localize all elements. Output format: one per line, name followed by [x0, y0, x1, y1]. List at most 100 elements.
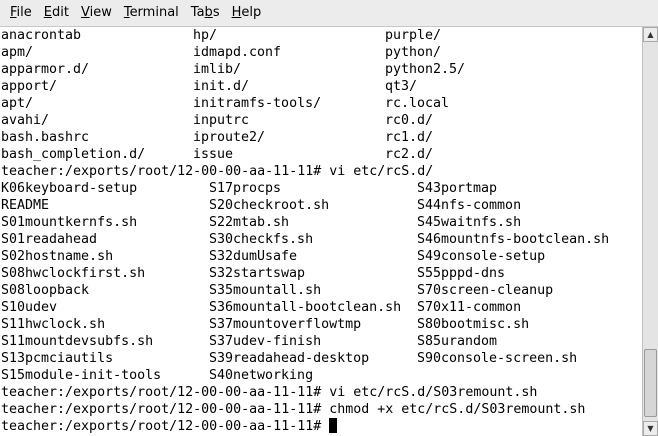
listing-entry: rc0.d/	[385, 113, 434, 128]
listing-entry: rc1.d/	[385, 130, 434, 145]
listing-entry: rc2.d/	[385, 147, 434, 162]
terminal-line: README S20checkroot.sh S44nfs-common	[1, 197, 641, 214]
listing-entry: S01mountkernfs.sh	[1, 215, 138, 230]
terminal-line: apparmor.d/imlib/python2.5/	[1, 61, 641, 78]
listing-entry: idmapd.conf	[193, 45, 282, 60]
listing-entry: S39readahead-desktop	[209, 351, 370, 366]
terminal-line: bash_completion.d/issue rc2.d/	[1, 146, 641, 163]
listing-entry: inputrc	[193, 113, 250, 128]
terminal-line: anacrontab hp/purple/	[1, 27, 641, 44]
menu-view[interactable]: View	[75, 2, 118, 24]
listing-entry: purple/	[385, 28, 442, 43]
listing-entry: apt/	[1, 96, 34, 111]
listing-entry: python2.5/	[385, 62, 466, 77]
command-line: teacher:/exports/root/12-00-00-aa-11-11#	[1, 419, 330, 434]
terminal-line: S11mountdevsubfs.sh S37udev-finish S85uran…	[1, 333, 641, 350]
listing-entry: S46mountnfs-bootclean.sh	[417, 232, 610, 247]
terminal-line: avahi/inputrc rc0.d/	[1, 112, 641, 129]
listing-entry: S35mountall.sh	[209, 283, 322, 298]
terminal-line: teacher:/exports/root/12-00-00-aa-11-11#	[1, 418, 641, 435]
terminal-line: S15module-init-tools S40networking	[1, 367, 641, 384]
listing-entry: qt3/	[385, 79, 418, 94]
listing-entry: python/	[385, 45, 442, 60]
terminal-line: teacher:/exports/root/12-00-00-aa-11-11#…	[1, 384, 641, 401]
text-cursor	[329, 418, 338, 433]
vertical-scrollbar[interactable]: ▲ ▼	[642, 27, 658, 436]
listing-entry: iproute2/	[193, 130, 266, 145]
listing-entry: S13pcmciautils	[1, 351, 114, 366]
listing-entry: S01readahead	[1, 232, 98, 247]
listing-entry: anacrontab	[1, 28, 82, 43]
listing-entry: S70x11-common	[417, 300, 522, 315]
menu-edit[interactable]: Edit	[38, 2, 75, 24]
command-line: teacher:/exports/root/12-00-00-aa-11-11#…	[1, 402, 586, 417]
terminal-line: S02hostname.sh S32dumUsafe S49console-setu…	[1, 248, 641, 265]
listing-entry: apparmor.d/	[1, 62, 90, 77]
listing-entry: S49console-setup	[417, 249, 546, 264]
listing-entry: S32startswap	[209, 266, 306, 281]
listing-entry: S43portmap	[417, 181, 498, 196]
terminal-line: S13pcmciautils S39readahead-desktop S90con…	[1, 350, 641, 367]
terminal-line: S01readahead S30checkfs.sh S46mountnfs-boo…	[1, 231, 641, 248]
listing-entry: S08loopback	[1, 283, 90, 298]
listing-entry: S44nfs-common	[417, 198, 522, 213]
listing-entry: rc.local	[385, 96, 450, 111]
terminal-line: bash.bashrc iproute2/rc1.d/	[1, 129, 641, 146]
listing-entry: S11hwclock.sh	[1, 317, 106, 332]
listing-entry: issue	[193, 147, 234, 162]
listing-entry: S02hostname.sh	[1, 249, 114, 264]
listing-entry: S40networking	[209, 368, 314, 383]
listing-entry: S30checkfs.sh	[209, 232, 314, 247]
listing-entry: S32dumUsafe	[209, 249, 298, 264]
terminal-output[interactable]: anacrontab hp/purple/apm/idmapd.conf pytho…	[0, 27, 642, 436]
listing-entry: S11mountdevsubfs.sh	[1, 334, 154, 349]
listing-entry: S90console-screen.sh	[417, 351, 578, 366]
listing-entry: S37mountoverflowtmp	[209, 317, 362, 332]
menu-file[interactable]: File	[4, 2, 38, 24]
listing-entry: initramfs-tools/	[193, 96, 322, 111]
terminal-line: apport/init.d/qt3/	[1, 78, 641, 95]
listing-entry: hp/	[193, 28, 218, 43]
menu-help[interactable]: Help	[226, 2, 268, 24]
terminal-line: K06keyboard-setup S17procps S43portmap	[1, 180, 641, 197]
terminal-line: S08loopback S35mountall.sh S70screen-clean…	[1, 282, 641, 299]
command-line: teacher:/exports/root/12-00-00-aa-11-11#…	[1, 164, 434, 179]
arrow-down-icon[interactable]: ▼	[643, 421, 658, 436]
arrow-up-icon[interactable]: ▲	[643, 27, 658, 42]
terminal-line: S10udev S36mountall-bootclean.sh S70x11-co…	[1, 299, 641, 316]
listing-entry: apm/	[1, 45, 34, 60]
listing-entry: S80bootmisc.sh	[417, 317, 530, 332]
terminal-line: apm/idmapd.conf python/	[1, 44, 641, 61]
listing-entry: S70screen-cleanup	[417, 283, 554, 298]
command-line: teacher:/exports/root/12-00-00-aa-11-11#…	[1, 385, 538, 400]
listing-entry: S17procps	[209, 181, 282, 196]
scrollbar-thumb[interactable]	[644, 349, 657, 417]
listing-entry: S55pppd-dns	[417, 266, 506, 281]
terminal-line: teacher:/exports/root/12-00-00-aa-11-11#…	[1, 401, 641, 418]
listing-entry: S22mtab.sh	[209, 215, 290, 230]
menu-terminal[interactable]: Terminal	[118, 2, 185, 24]
listing-entry: S15module-init-tools	[1, 368, 162, 383]
menu-tabs[interactable]: Tabs	[185, 2, 226, 24]
terminal-line: S08hwclockfirst.sh S32startswap S55pppd-dn…	[1, 265, 641, 282]
listing-entry: bash_completion.d/	[1, 147, 146, 162]
menu-bar: File Edit View Terminal Tabs Help	[0, 0, 658, 27]
terminal-line: S01mountkernfs.sh S22mtab.sh S45waitnfs.sh	[1, 214, 641, 231]
listing-entry: README	[1, 198, 50, 213]
listing-entry: imlib/	[193, 62, 242, 77]
listing-entry: init.d/	[193, 79, 250, 94]
listing-entry: bash.bashrc	[1, 130, 90, 145]
terminal-line: S11hwclock.sh S37mountoverflowtmp S80bootm…	[1, 316, 641, 333]
listing-entry: S08hwclockfirst.sh	[1, 266, 146, 281]
listing-entry: S45waitnfs.sh	[417, 215, 522, 230]
listing-entry: S36mountall-bootclean.sh	[209, 300, 402, 315]
terminal-line: teacher:/exports/root/12-00-00-aa-11-11#…	[1, 163, 641, 180]
listing-entry: avahi/	[1, 113, 50, 128]
terminal-line: apt/initramfs-tools/rc.local	[1, 95, 641, 112]
listing-entry: S20checkroot.sh	[209, 198, 330, 213]
listing-entry: S85urandom	[417, 334, 498, 349]
listing-entry: apport/	[1, 79, 58, 94]
listing-entry: S10udev	[1, 300, 58, 315]
listing-entry: S37udev-finish	[209, 334, 322, 349]
listing-entry: K06keyboard-setup	[1, 181, 138, 196]
